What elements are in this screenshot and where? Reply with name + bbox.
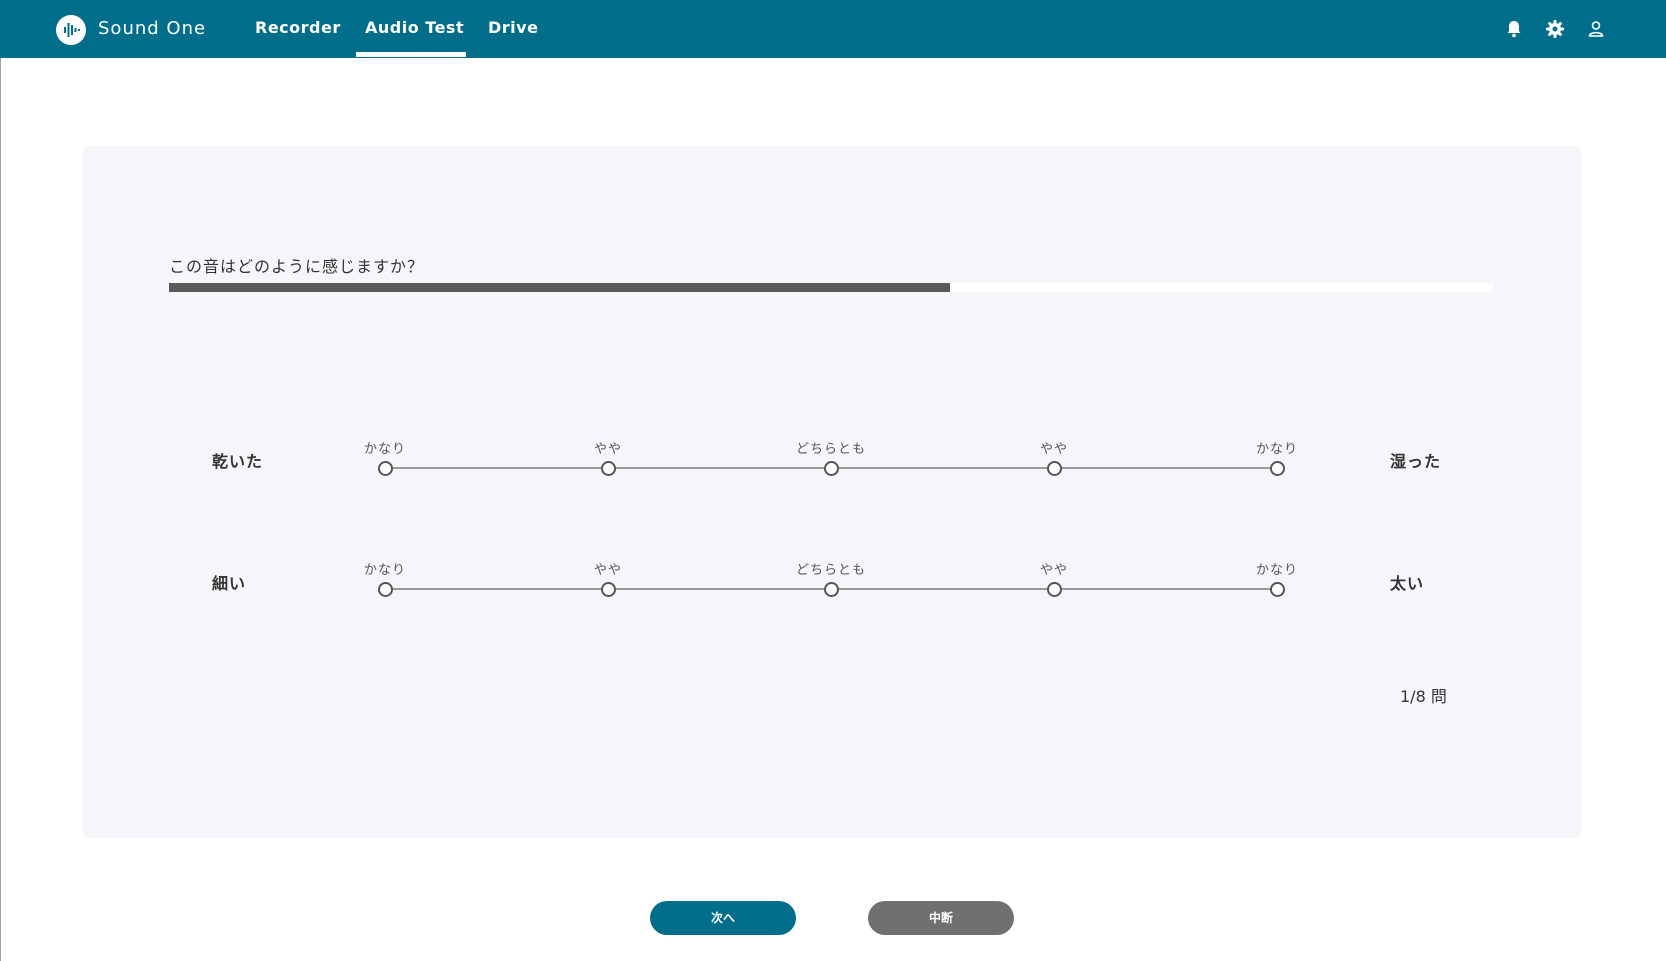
abort-button[interactable]: 中断: [868, 901, 1014, 935]
question-counter: 1/8 問: [1400, 687, 1447, 706]
row1-radio-5[interactable]: [1270, 461, 1285, 476]
question-text: この音はどのように感じますか？: [169, 257, 425, 276]
row1-label-4: やや: [1039, 442, 1068, 457]
top-nav-bar: Sound One Recorder Audio Test Drive: [0, 0, 1666, 58]
row2-radio-3[interactable]: [824, 582, 839, 597]
row1-radio-1[interactable]: [378, 461, 393, 476]
row2-label-1: かなり: [363, 563, 406, 578]
tab-drive[interactable]: Drive: [488, 18, 538, 37]
row1-label-5: かなり: [1255, 442, 1298, 457]
row1-radio-3[interactable]: [824, 461, 839, 476]
next-button[interactable]: 次へ: [650, 901, 796, 935]
row2-right-pole-label: 太い: [1390, 574, 1425, 593]
active-tab-indicator: [356, 52, 466, 57]
row1-label-3: どちらとも: [795, 442, 866, 457]
row2-label-5: かなり: [1255, 563, 1298, 578]
progress-bar-fill: [169, 283, 951, 292]
bell-icon[interactable]: [1503, 18, 1525, 40]
row1-radio-2[interactable]: [601, 461, 616, 476]
user-icon[interactable]: [1585, 18, 1607, 40]
row2-radio-5[interactable]: [1270, 582, 1285, 597]
progress-bar: [169, 283, 1493, 292]
row1-left-pole-label: 乾いた: [212, 452, 264, 471]
row2-radio-4[interactable]: [1047, 582, 1062, 597]
row2-label-3: どちらとも: [795, 563, 866, 578]
sound-wave-logo-icon[interactable]: [56, 15, 86, 45]
row1-radio-4[interactable]: [1047, 461, 1062, 476]
row2-radio-1[interactable]: [378, 582, 393, 597]
row1-label-1: かなり: [363, 442, 406, 457]
survey-card: [83, 146, 1581, 838]
tab-recorder[interactable]: Recorder: [255, 18, 341, 37]
row2-radio-2[interactable]: [601, 582, 616, 597]
row1-right-pole-label: 湿った: [1390, 452, 1442, 471]
tab-audio-test[interactable]: Audio Test: [365, 18, 464, 37]
row2-label-2: やや: [593, 563, 622, 578]
row2-label-4: やや: [1039, 563, 1068, 578]
brand-name[interactable]: Sound One: [98, 18, 206, 39]
row2-left-pole-label: 細い: [212, 574, 247, 593]
gear-icon[interactable]: [1544, 18, 1566, 40]
row1-label-2: やや: [593, 442, 622, 457]
